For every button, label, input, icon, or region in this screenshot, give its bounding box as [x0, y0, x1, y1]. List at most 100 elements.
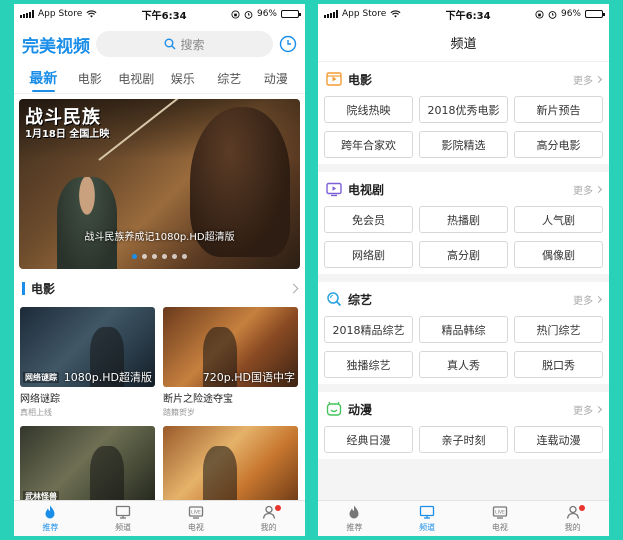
category-tabs: 最新 电影 电视剧 娱乐 综艺 动漫 — [14, 64, 305, 94]
tv-icon — [326, 181, 342, 197]
tabbar-item[interactable]: 频道 — [87, 501, 160, 536]
channel-pill[interactable]: 亲子时刻 — [419, 426, 508, 453]
tab-category[interactable]: 最新 — [20, 64, 67, 94]
channel-pill[interactable]: 免会员 — [324, 206, 413, 233]
quality-label: 1080p.HD超清版 — [63, 371, 152, 384]
channel-pill[interactable]: 独播综艺 — [324, 351, 413, 378]
channel-pill[interactable]: 连载动漫 — [514, 426, 603, 453]
channel-pills: 免会员 热播剧 人气剧网络剧 高分剧 偶像剧 — [318, 206, 609, 268]
notification-badge — [275, 505, 281, 511]
app-logo: 完美视频 — [22, 36, 90, 57]
orientation-lock-icon — [535, 9, 544, 19]
carousel-dot[interactable] — [142, 254, 147, 259]
channel-pill[interactable]: 脱口秀 — [514, 351, 603, 378]
chevron-right-icon — [594, 405, 603, 413]
movie-card[interactable]: 武林怪兽 — [20, 426, 155, 506]
tabbar-item[interactable]: 推荐 — [318, 501, 391, 536]
tabbar-item[interactable]: 推荐 — [14, 501, 87, 536]
live-tv-icon: LIVE — [492, 504, 508, 520]
banner-caption: 战斗民族养成记1080p.HD超清版 — [84, 232, 235, 243]
channel-pill[interactable]: 影院精选 — [419, 131, 508, 158]
channel-section-title: 综艺 — [348, 292, 373, 307]
carousel-dot[interactable] — [132, 254, 137, 259]
channel-section-title: 动漫 — [348, 402, 373, 417]
carousel-dot[interactable] — [182, 254, 187, 259]
battery-icon — [281, 10, 301, 18]
bottom-tab-bar: 推荐 频道 LIVE 电视 我的 — [14, 500, 305, 536]
battery-percent: 96% — [560, 9, 581, 19]
history-clock-icon[interactable] — [279, 35, 297, 53]
page-title: 频道 — [318, 24, 609, 62]
more-label: 更多 — [573, 295, 593, 307]
chevron-right-icon — [594, 75, 603, 83]
movie-subtitle: 踏籍贺岁 — [163, 408, 195, 417]
tabbar-item[interactable]: 我的 — [232, 501, 305, 536]
tab-category[interactable]: 电影 — [67, 64, 114, 94]
channel-pill[interactable]: 跨年合家欢 — [324, 131, 413, 158]
status-bar: App Store 下午6:34 96% — [318, 4, 609, 24]
banner-carousel[interactable]: 战斗民族 1月18日 全国上映 战斗民族养成记1080p.HD超清版 — [19, 99, 300, 269]
channel-pills: 院线热映 2018优秀电影 新片预告跨年合家欢 影院精选 高分电影 — [318, 96, 609, 158]
status-bar: App Store 下午6:34 96% — [14, 4, 305, 24]
channel-pill[interactable]: 真人秀 — [419, 351, 508, 378]
battery-percent: 96% — [256, 9, 277, 19]
movie-card[interactable]: 网络谜踪 1080p.HD超清版 网络谜踪 真相上线 — [20, 307, 155, 418]
carousel-dots — [19, 254, 300, 259]
channel-pill[interactable]: 经典日漫 — [324, 426, 413, 453]
channel-pill[interactable]: 院线热映 — [324, 96, 413, 123]
movie-card[interactable] — [163, 426, 298, 506]
tabbar-label: 频道 — [419, 523, 436, 532]
more-link[interactable]: 更多 — [573, 182, 603, 197]
channel-section: 动漫 更多经典日漫 亲子时刻 连载动漫 — [318, 392, 609, 459]
more-link[interactable]: 更多 — [573, 402, 603, 417]
channel-pill[interactable]: 高分电影 — [514, 131, 603, 158]
tabbar-item[interactable]: LIVE 电视 — [464, 501, 537, 536]
channel-section-header: 动漫 更多 — [318, 392, 609, 426]
movie-card[interactable]: 720p.HD国语中字 断片之险途夺宝 踏籍贺岁 — [163, 307, 298, 418]
banner-promo-date: 1月18日 全国上映 — [25, 129, 110, 140]
tab-category[interactable]: 娱乐 — [160, 64, 207, 94]
channel-pill[interactable]: 热播剧 — [419, 206, 508, 233]
channel-pill[interactable]: 高分剧 — [419, 241, 508, 268]
tabbar-label: 推荐 — [346, 523, 363, 532]
carrier-label: App Store — [342, 9, 387, 19]
tab-category[interactable]: 电视剧 — [113, 64, 160, 94]
more-link[interactable]: 更多 — [573, 292, 603, 307]
channel-screen: App Store 下午6:34 96% 频道 电影 更多 院线热映 2018优秀电影… — [318, 4, 609, 536]
tabbar-label: 电视 — [187, 523, 204, 532]
tab-category[interactable]: 综艺 — [206, 64, 253, 94]
channel-section-title: 电视剧 — [348, 182, 385, 197]
channel-pill[interactable]: 偶像剧 — [514, 241, 603, 268]
film-icon — [326, 71, 342, 87]
channel-pill[interactable]: 2018精品综艺 — [324, 316, 413, 343]
tabbar-item[interactable]: 我的 — [536, 501, 609, 536]
movie-thumbnail — [163, 426, 298, 506]
channel-pill[interactable]: 网络剧 — [324, 241, 413, 268]
channel-pill[interactable]: 2018优秀电影 — [419, 96, 508, 123]
tabbar-label: 我的 — [564, 523, 581, 532]
tabbar-label: 推荐 — [42, 523, 59, 532]
tabbar-item[interactable]: 频道 — [391, 501, 464, 536]
channel-pill[interactable]: 新片预告 — [514, 96, 603, 123]
tabbar-label: 电视 — [491, 523, 508, 532]
signal-icon — [324, 10, 338, 18]
channel-section-header: 电视剧 更多 — [318, 172, 609, 206]
more-label: 更多 — [573, 405, 593, 417]
carousel-dot[interactable] — [172, 254, 177, 259]
channel-pill[interactable]: 热门综艺 — [514, 316, 603, 343]
chevron-right-icon — [594, 295, 603, 303]
carousel-dot[interactable] — [162, 254, 167, 259]
more-link[interactable]: 更多 — [573, 72, 603, 87]
channel-pill[interactable]: 人气剧 — [514, 206, 603, 233]
signal-icon — [20, 10, 34, 18]
movie-section-header[interactable]: 电影 — [14, 269, 305, 307]
search-input[interactable]: 搜索 — [96, 31, 273, 57]
status-time: 下午6:34 — [445, 10, 491, 22]
carousel-dot[interactable] — [152, 254, 157, 259]
channel-icon — [419, 504, 435, 520]
recommend-icon — [346, 504, 362, 520]
tabbar-item[interactable]: LIVE 电视 — [160, 501, 233, 536]
channel-pill[interactable]: 精品韩综 — [419, 316, 508, 343]
thumbnail-tag: 网络谜踪 — [23, 372, 59, 383]
tab-category[interactable]: 动漫 — [253, 64, 300, 94]
